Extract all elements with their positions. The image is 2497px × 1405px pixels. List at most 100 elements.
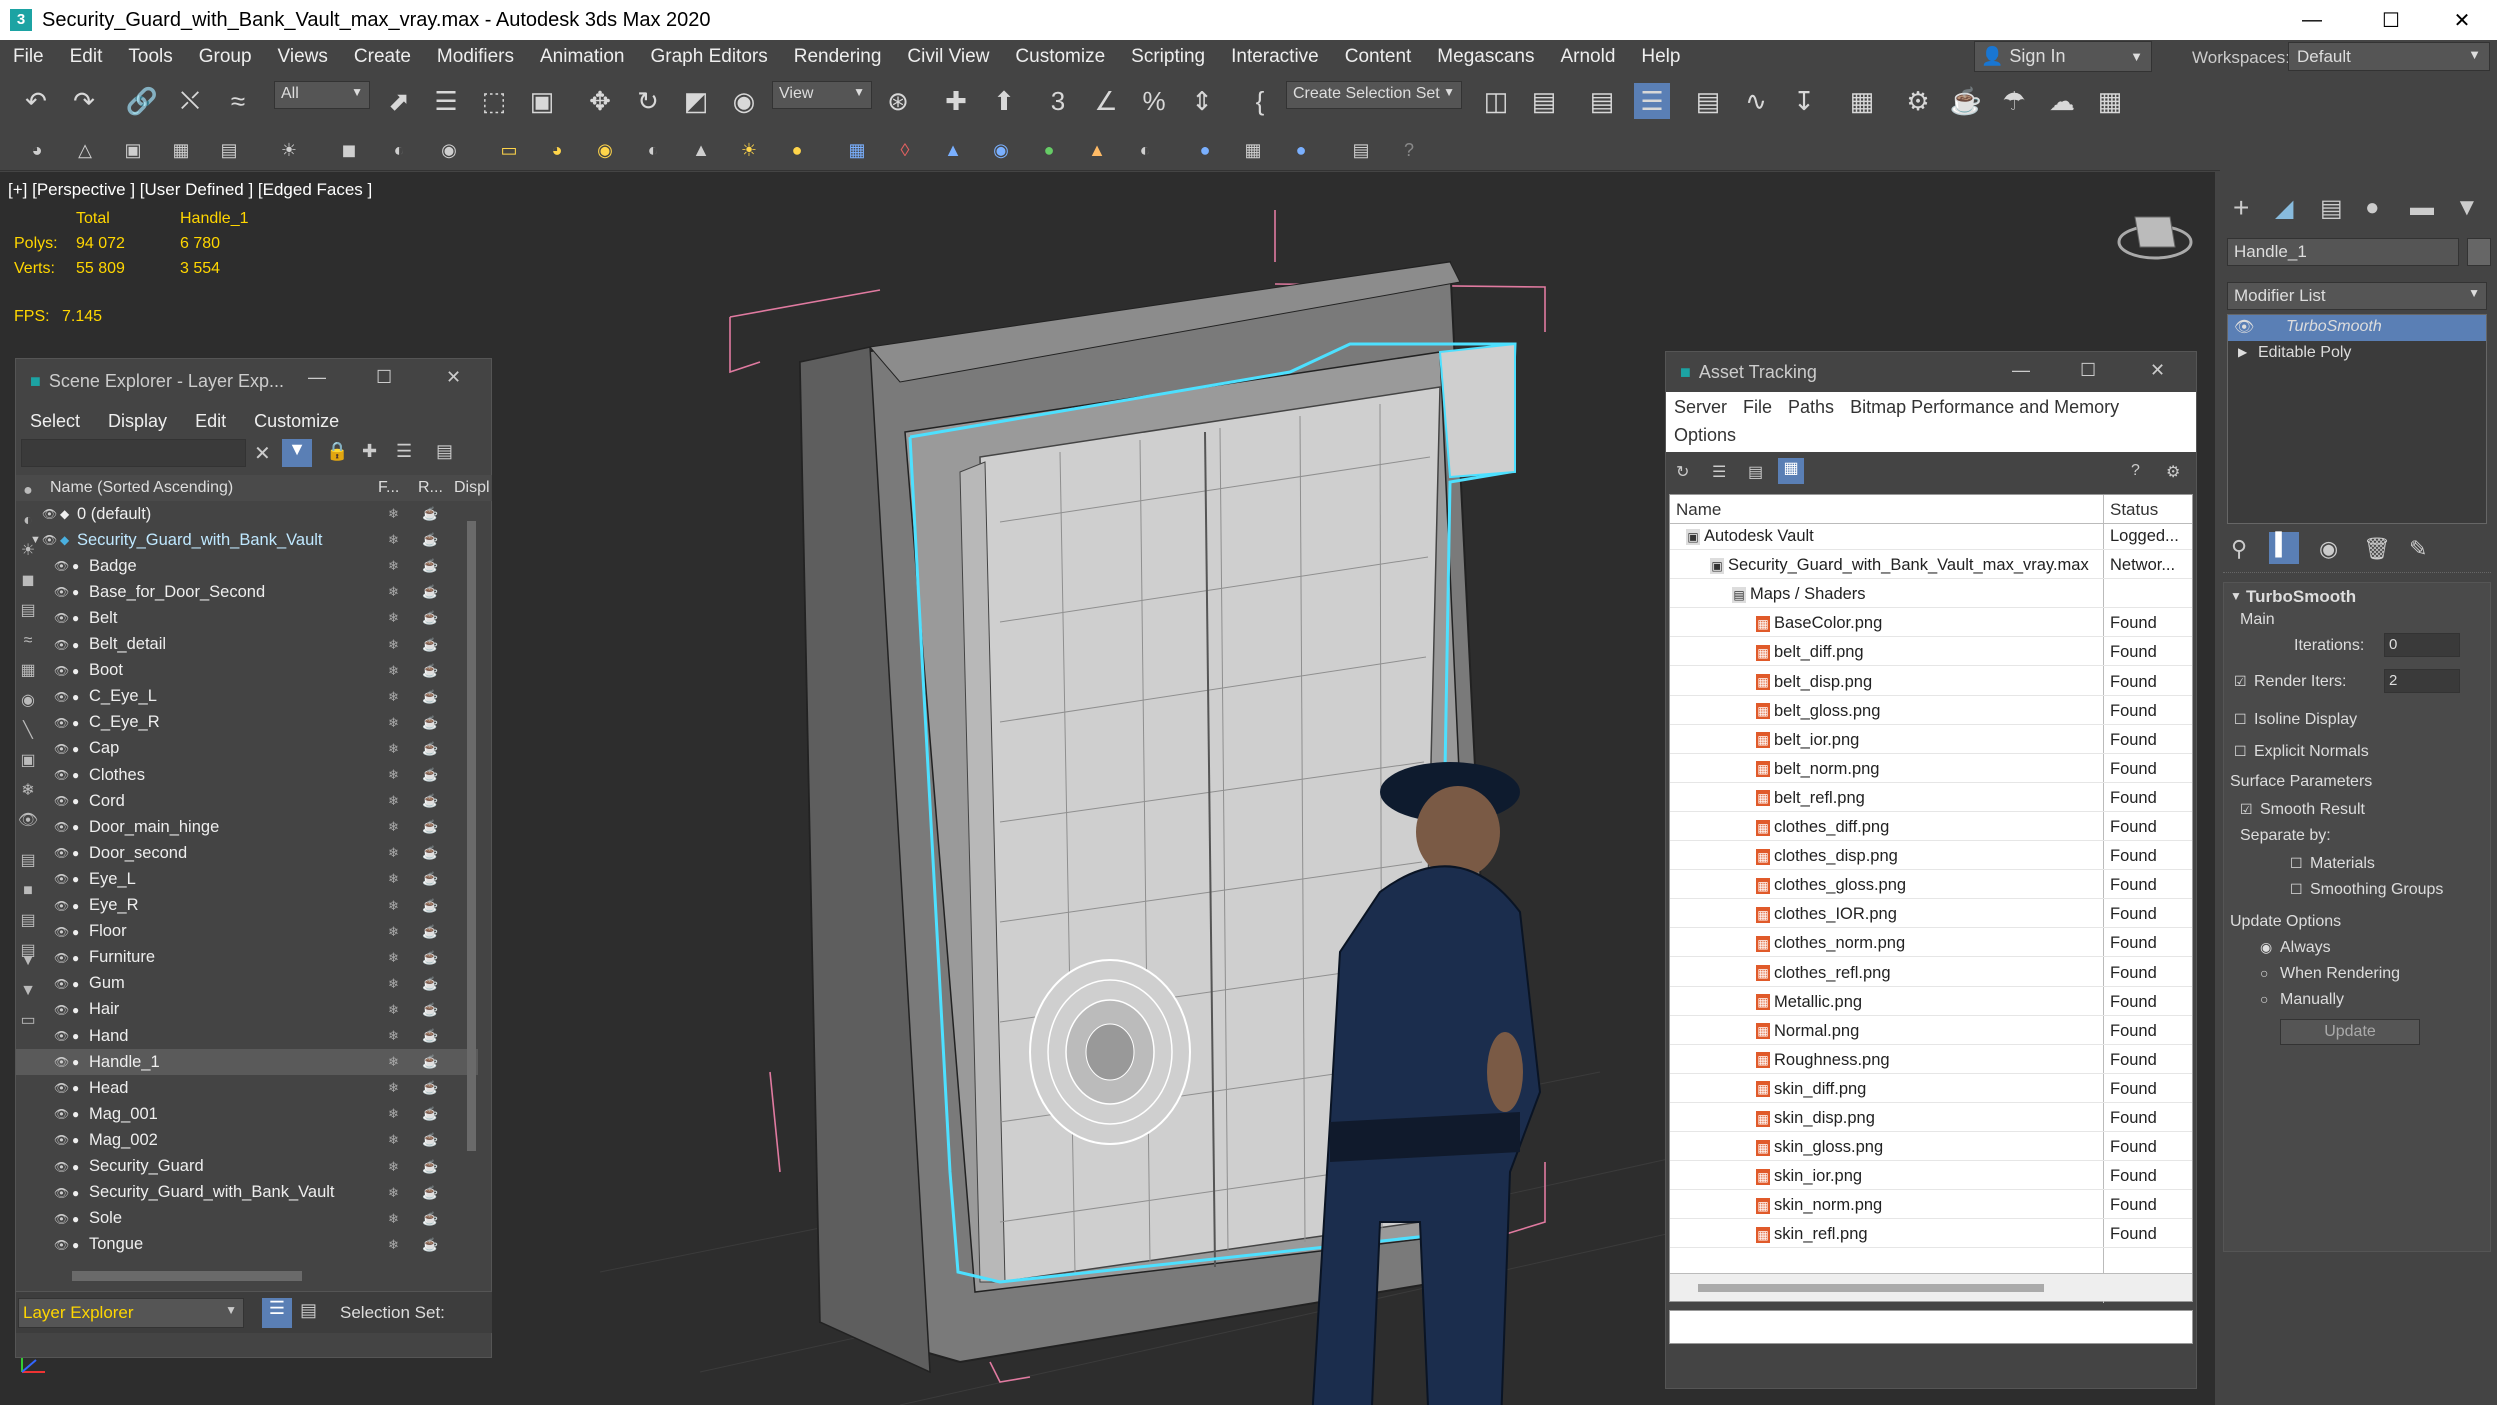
renderable-icon[interactable]: ☕: [422, 1106, 438, 1122]
renderable-icon[interactable]: ☕: [422, 819, 438, 835]
checkbox-materials[interactable]: ☐: [2290, 855, 2303, 872]
freeze-icon[interactable]: ❄: [388, 663, 399, 679]
vray-sphere-light-icon[interactable]: ◉: [590, 135, 620, 165]
menu-modifiers[interactable]: Modifiers: [424, 46, 527, 68]
renderable-icon[interactable]: ☕: [422, 689, 438, 705]
vray-plane-icon[interactable]: ▲: [938, 135, 968, 165]
asset-row[interactable]: ▦skin_refract.pngFound: [1670, 1252, 2192, 1255]
freeze-icon[interactable]: ❄: [388, 532, 399, 548]
freeze-icon[interactable]: ❄: [388, 1106, 399, 1122]
add-layer-icon[interactable]: ✚: [362, 441, 377, 462]
layer-tree-row[interactable]: 👁 ● C_Eye_L ❄ ☕: [16, 684, 478, 710]
bind-space-warp-icon[interactable]: ≈: [220, 83, 256, 119]
iterations-spinner[interactable]: 0: [2384, 633, 2460, 657]
layer-tree-row[interactable]: 👁 ● Hand ❄ ☕: [16, 1023, 478, 1049]
percent-snap-icon[interactable]: %: [1136, 83, 1172, 119]
refresh-icon[interactable]: ↻: [1676, 462, 1689, 482]
window-crossing-icon[interactable]: ▣: [524, 83, 560, 119]
help-icon[interactable]: ?: [1394, 135, 1424, 165]
align-icon[interactable]: ▤: [1526, 83, 1562, 119]
camera-filter-icon[interactable]: ◼: [15, 568, 41, 594]
visibility-icon[interactable]: 👁: [54, 690, 69, 704]
hierarchy-tab-icon[interactable]: ▤: [2320, 194, 2343, 223]
filter-funnel-icon[interactable]: ▼: [15, 978, 41, 1004]
layer-tree-row[interactable]: 👁 ◆ 0 (default) ❄ ☕: [16, 501, 478, 527]
modifier-turbosmooth[interactable]: TurboSmooth: [2228, 315, 2486, 341]
asset-row[interactable]: ▦ Roughness.png Found: [1670, 1048, 2192, 1074]
menu-graph-editors[interactable]: Graph Editors: [638, 46, 781, 68]
modify-tab-icon[interactable]: ◢: [2275, 194, 2293, 223]
asset-row[interactable]: ▤ Maps / Shaders: [1670, 582, 2192, 609]
minimize-icon[interactable]: —: [308, 367, 326, 388]
asset-row[interactable]: ▦ belt_diff.png Found: [1670, 640, 2192, 667]
visibility-icon[interactable]: 👁: [54, 820, 69, 834]
layer-tree-row[interactable]: 👁 ● Security_Guard_with_Bank_Vault ❄ ☕: [16, 1180, 478, 1206]
frozen-filter-icon[interactable]: ❄: [15, 778, 41, 804]
visibility-icon[interactable]: 👁: [42, 507, 57, 521]
renderable-icon[interactable]: ☕: [422, 793, 438, 809]
vray-sphere-icon[interactable]: ◉: [986, 135, 1016, 165]
asset-row[interactable]: ▣ Security_Guard_with_Bank_Vault_max_vray…: [1670, 553, 2192, 580]
renderable-icon[interactable]: ☕: [422, 715, 438, 731]
checkbox-explicit-normals[interactable]: ☐: [2234, 743, 2247, 760]
layer-tree-row[interactable]: 👁 ● Security_Guard ❄ ☕: [16, 1154, 478, 1180]
freeze-icon[interactable]: ❄: [388, 1185, 399, 1201]
visibility-icon[interactable]: 👁: [54, 925, 69, 939]
asset-path-field[interactable]: [1669, 1310, 2193, 1344]
asset-row[interactable]: ▦ belt_refl.png Found: [1670, 786, 2192, 812]
configure-sets-icon[interactable]: ✎: [2409, 536, 2427, 562]
geometry-filter-icon[interactable]: ●: [15, 478, 41, 504]
menu-views[interactable]: Views: [265, 46, 341, 68]
reference-coordinate-dropdown[interactable]: View ▼: [772, 81, 872, 109]
at-menu-bitmap-performance-and-memory[interactable]: Bitmap Performance and Memory: [1842, 397, 2127, 418]
checkbox-render-iters[interactable]: ☑: [2234, 673, 2247, 690]
radio-when-rendering[interactable]: ○: [2260, 965, 2268, 981]
menu-content[interactable]: Content: [1332, 46, 1425, 68]
radio-manually[interactable]: ○: [2260, 991, 2268, 1007]
visibility-icon[interactable]: 👁: [54, 742, 69, 756]
freeze-icon[interactable]: ❄: [388, 819, 399, 835]
named-selection-set-dropdown[interactable]: Create Selection Set ▼: [1286, 81, 1462, 109]
menu-tools[interactable]: Tools: [115, 46, 185, 68]
freeze-icon[interactable]: ❄: [388, 1054, 399, 1070]
renderable-icon[interactable]: ☕: [422, 1185, 438, 1201]
freeze-icon[interactable]: ❄: [388, 1028, 399, 1044]
filter-icon[interactable]: ▼: [282, 439, 312, 467]
vray-fur-icon[interactable]: ◊: [890, 135, 920, 165]
renderable-icon[interactable]: ☕: [422, 1132, 438, 1148]
modifier-list-dropdown[interactable]: Modifier List ▼: [2227, 282, 2487, 310]
vertical-scrollbar[interactable]: [467, 521, 476, 1151]
spinner-snap-icon[interactable]: ⇕: [1184, 83, 1220, 119]
freeze-icon[interactable]: ❄: [388, 898, 399, 914]
vray-decal-icon[interactable]: ▲: [1082, 135, 1112, 165]
freeze-icon[interactable]: ❄: [388, 976, 399, 992]
layer-tree-row[interactable]: 👁 ● Door_main_hinge ❄ ☕: [16, 814, 478, 840]
eye-icon[interactable]: 👁: [2234, 317, 2254, 337]
menu-interactive[interactable]: Interactive: [1218, 46, 1332, 68]
renderable-icon[interactable]: ☕: [422, 871, 438, 887]
close-icon[interactable]: ✕: [2150, 360, 2165, 381]
asset-row[interactable]: ▦ clothes_IOR.png Found: [1670, 902, 2192, 929]
help-icon[interactable]: ?: [2131, 462, 2140, 480]
freeze-icon[interactable]: ❄: [388, 637, 399, 653]
viewport-label-menu[interactable]: [+] [Perspective ] [User Defined ] [Edge…: [8, 180, 372, 200]
xref-filter-icon[interactable]: ◉: [15, 688, 41, 714]
freeze-icon[interactable]: ❄: [388, 924, 399, 940]
layer-tree-row[interactable]: 👁 ● Eye_L ❄ ☕: [16, 866, 478, 892]
visibility-icon[interactable]: 👁: [54, 951, 69, 965]
asset-row[interactable]: ▦ clothes_disp.png Found: [1670, 844, 2192, 871]
freeze-icon[interactable]: ❄: [388, 845, 399, 861]
renderable-icon[interactable]: ☕: [422, 584, 438, 600]
visibility-icon[interactable]: 👁: [54, 872, 69, 886]
visibility-icon[interactable]: 👁: [54, 1160, 69, 1174]
asset-row[interactable]: ▦ skin_norm.png Found: [1670, 1193, 2192, 1220]
sign-in-dropdown[interactable]: 👤 Sign In ▼: [1974, 41, 2152, 72]
visibility-icon[interactable]: 👁: [54, 1107, 69, 1121]
layers-icon[interactable]: ☰: [396, 441, 412, 462]
link-icon[interactable]: 🔗: [124, 83, 160, 119]
layer-tree-row[interactable]: 👁 ● Head ❄ ☕: [16, 1075, 478, 1101]
visibility-icon[interactable]: 👁: [54, 638, 69, 652]
render-setup-icon[interactable]: ⚙: [1900, 83, 1936, 119]
layer-tree-row[interactable]: 👁 ● Clothes ❄ ☕: [16, 762, 478, 788]
visibility-icon[interactable]: 👁: [54, 1029, 69, 1043]
